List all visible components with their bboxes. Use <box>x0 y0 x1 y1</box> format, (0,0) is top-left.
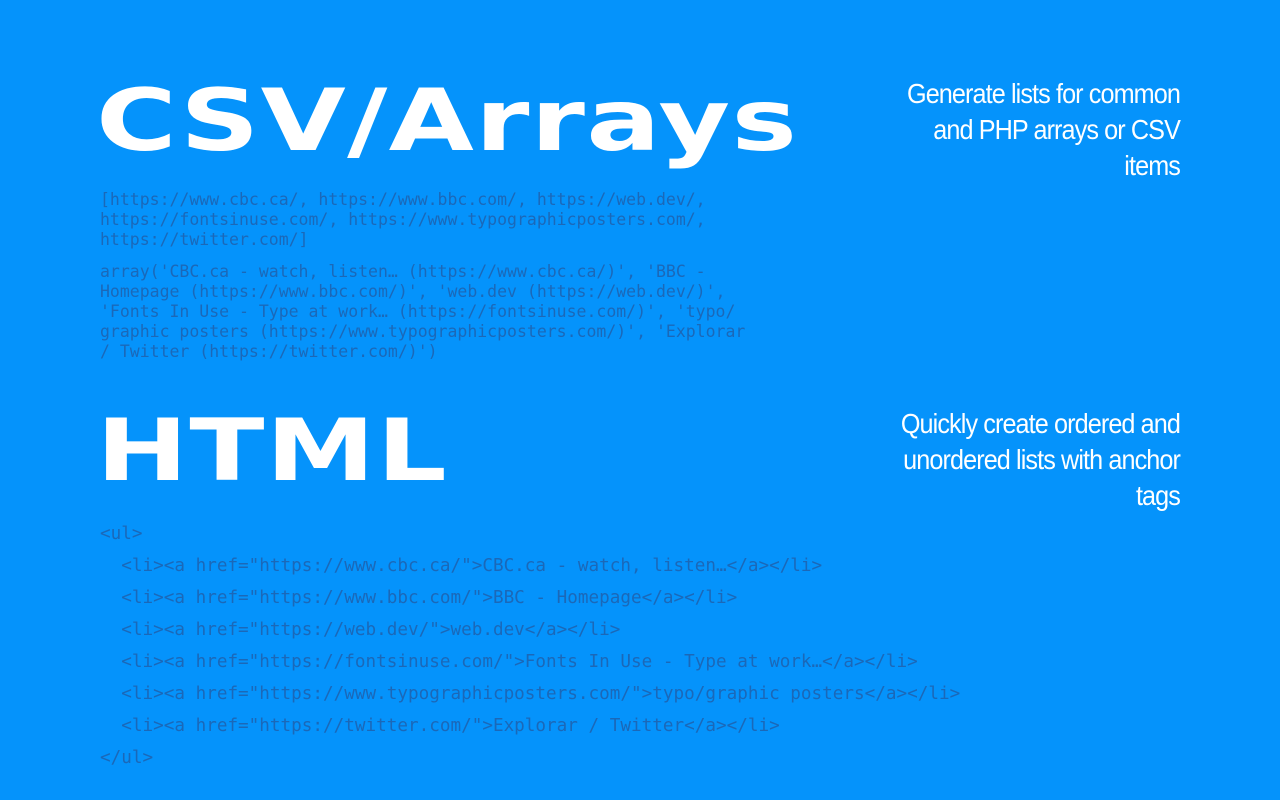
php-array-output-line: Homepage (https://www.bbc.com/)', 'web.d… <box>100 282 726 302</box>
html-code-line: <li><a href="https://fontsinuse.com/">Fo… <box>100 651 918 672</box>
html-code-line: <li><a href="https://www.typographicpost… <box>100 683 961 704</box>
html-code-line: <li><a href="https://www.bbc.com/">BBC -… <box>100 587 738 608</box>
csv-arrays-heading: CSV/Arrays <box>96 71 799 171</box>
php-array-output-line: 'Fonts In Use - Type at work… (https://f… <box>100 302 736 322</box>
csv-output-block: [https://www.cbc.ca/, https://www.bbc.co… <box>100 190 706 250</box>
php-array-output-block: array('CBC.ca - watch, listen… (https://… <box>100 262 745 362</box>
csv-output-line: [https://www.cbc.ca/, https://www.bbc.co… <box>100 190 706 210</box>
html-description: Quickly create ordered and unordered lis… <box>900 408 1181 511</box>
html-code-line: <li><a href="https://www.cbc.ca/">CBC.ca… <box>100 555 823 576</box>
html-code-line: <li><a href="https://web.dev/">web.dev</… <box>100 619 621 640</box>
php-array-output-line: graphic posters (https://www.typographic… <box>100 322 746 342</box>
csv-output-line: https://twitter.com/] <box>100 230 309 250</box>
html-heading: HTML <box>96 401 449 501</box>
php-array-output-line: array('CBC.ca - watch, listen… (https://… <box>100 262 706 282</box>
html-code-line: <li><a href="https://twitter.com/">Explo… <box>100 715 780 736</box>
csv-arrays-description: Generate lists for common and PHP arrays… <box>906 78 1181 181</box>
html-code-line: <ul> <box>100 523 143 544</box>
php-array-output-line: / Twitter (https://twitter.com/)') <box>100 342 438 362</box>
csv-output-line: https://fontsinuse.com/, https://www.typ… <box>100 210 706 230</box>
html-code-line: </ul> <box>100 747 154 768</box>
